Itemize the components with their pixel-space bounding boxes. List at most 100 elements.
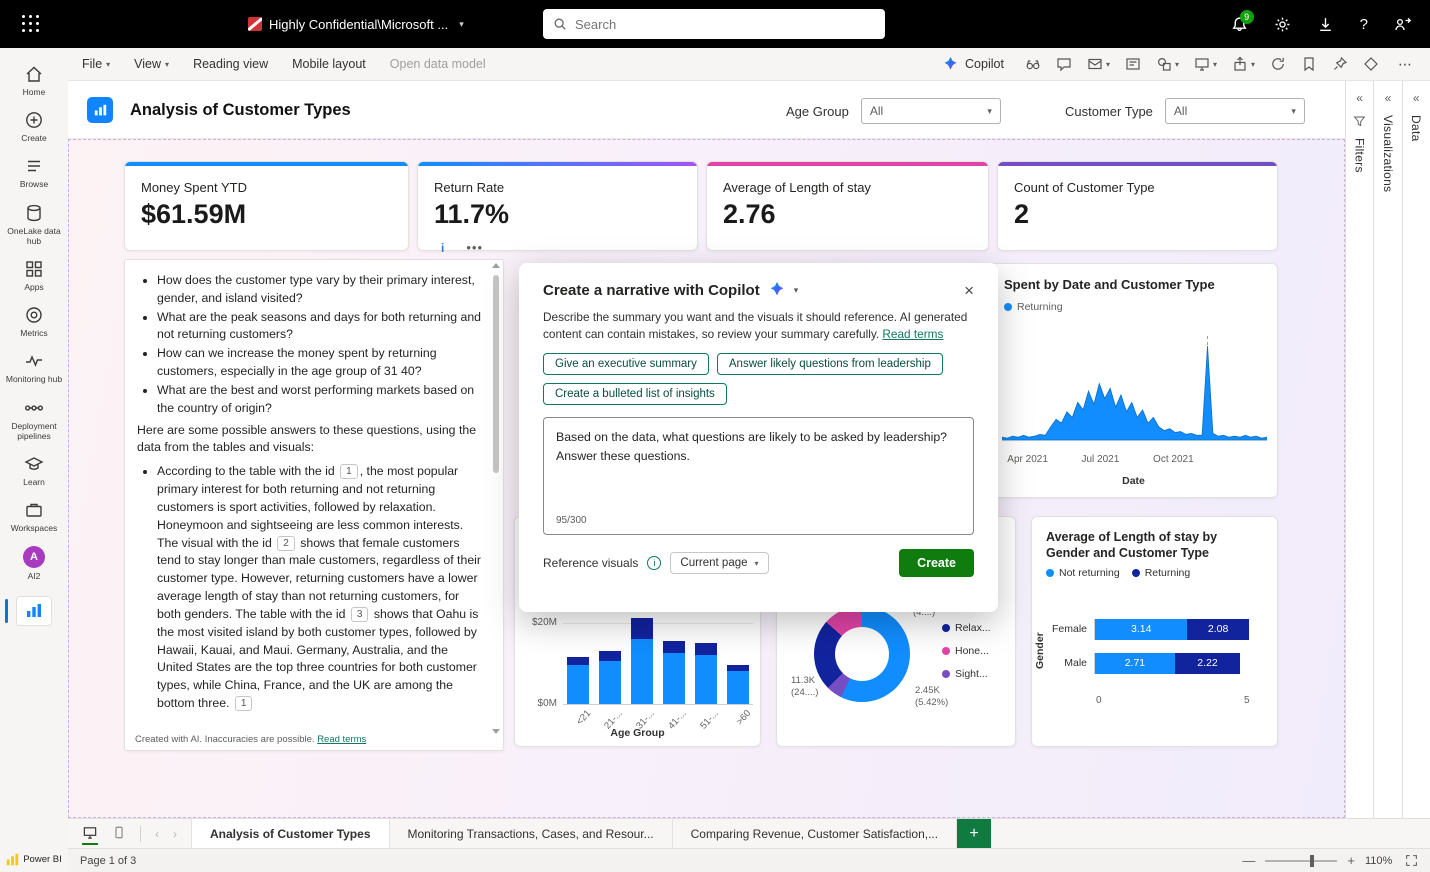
next-page-icon[interactable]: › — [173, 827, 177, 841]
kpi-card-money-spent[interactable]: Money Spent YTD $61.59M — [124, 161, 409, 251]
settings-gear-icon[interactable] — [1274, 16, 1291, 33]
bar[interactable]: 21-... — [599, 614, 625, 731]
info-icon[interactable]: i — [441, 241, 444, 255]
legend-item[interactable]: Sight... — [942, 668, 991, 680]
menu-mobile-layout[interactable]: Mobile layout — [292, 57, 366, 71]
close-icon[interactable]: × — [964, 282, 974, 299]
chip-executive-summary[interactable]: Give an executive summary — [543, 353, 709, 376]
data-pane-collapsed[interactable]: « Data — [1401, 81, 1430, 818]
sidebar-current-report[interactable] — [2, 588, 66, 634]
bar[interactable]: <21 — [567, 614, 593, 727]
customer-type-dropdown[interactable]: All ▾ — [1164, 98, 1305, 124]
read-terms-link[interactable]: Read terms — [882, 327, 943, 341]
more-options-button[interactable]: ⋯ — [1394, 56, 1416, 73]
more-options-icon[interactable]: ••• — [466, 240, 483, 255]
sidebar-item-home[interactable]: Home — [2, 58, 66, 104]
chip-bulleted-insights[interactable]: Create a bulleted list of insights — [543, 383, 727, 406]
sidebar-item-metrics[interactable]: Metrics — [2, 299, 66, 345]
bar[interactable]: 41-... — [663, 614, 689, 731]
smart-narrative-visual[interactable]: How does the customer type vary by their… — [124, 259, 504, 751]
report-canvas[interactable]: Money Spent YTD $61.59M Return Rate 11.7… — [68, 139, 1345, 818]
menu-reading-view[interactable]: Reading view — [193, 57, 268, 71]
global-search[interactable] — [543, 9, 885, 39]
visual-reference-chip[interactable]: 2 — [277, 535, 295, 551]
legend-item[interactable]: Hone... — [942, 645, 991, 657]
sidebar-item-create[interactable]: Create — [2, 104, 66, 150]
legend-item[interactable]: Relax... — [942, 622, 991, 634]
web-view-toggle[interactable] — [82, 825, 98, 845]
kpi-card-return-rate[interactable]: Return Rate 11.7% — [417, 161, 698, 251]
bar[interactable]: 51-... — [695, 614, 721, 731]
narrative-scrollbar[interactable] — [491, 263, 500, 734]
bookmark-icon[interactable] — [1301, 56, 1317, 72]
hbar-plot[interactable]: Female 3.14 2.08 Male 2.71 2.22 — [1032, 617, 1277, 685]
sidebar-item-apps[interactable]: Apps — [2, 253, 66, 299]
textbox-icon[interactable] — [1125, 56, 1141, 72]
diamond-icon[interactable] — [1363, 56, 1379, 72]
hbar-segment[interactable]: 2.08 — [1187, 618, 1249, 640]
visualizations-pane-collapsed[interactable]: « Visualizations — [1373, 81, 1402, 818]
comment-icon[interactable] — [1056, 56, 1072, 72]
filters-pane-collapsed[interactable]: « Filters — [1345, 81, 1374, 818]
zoom-slider[interactable] — [1265, 854, 1338, 867]
fit-to-page-icon[interactable] — [1405, 854, 1418, 867]
tab-comparing-revenue[interactable]: Comparing Revenue, Customer Satisfaction… — [673, 819, 958, 848]
download-icon[interactable] — [1317, 16, 1334, 33]
monitor-icon[interactable]: ▾ — [1194, 56, 1217, 72]
zoom-slider-thumb[interactable] — [1310, 854, 1315, 867]
expand-pane-icon[interactable]: « — [1356, 91, 1363, 105]
sensitivity-label-selector[interactable]: Highly Confidential\Microsoft ... ▾ — [248, 12, 464, 36]
glasses-icon[interactable] — [1025, 56, 1041, 72]
search-input[interactable] — [575, 16, 875, 32]
previous-page-icon[interactable]: ‹ — [155, 827, 159, 841]
new-page-button[interactable]: + — [957, 819, 992, 848]
shapes-icon[interactable]: ▾ — [1156, 56, 1179, 72]
copilot-button[interactable]: Copilot — [942, 56, 1004, 73]
area-chart-plot[interactable] — [1002, 336, 1267, 448]
visual-reference-chip[interactable]: 1 — [340, 464, 358, 480]
sidebar-item-deployment-pipelines[interactable]: Deployment pipelines — [2, 392, 66, 448]
age-group-dropdown[interactable]: All ▾ — [860, 98, 1001, 124]
share-icon[interactable] — [1394, 16, 1412, 33]
app-launcher-button[interactable] — [22, 15, 40, 33]
menu-view[interactable]: View ▾ — [134, 57, 169, 71]
sidebar-item-workspaces[interactable]: Workspaces — [2, 494, 66, 540]
refresh-icon[interactable] — [1270, 56, 1286, 72]
scroll-down-arrow[interactable] — [492, 729, 500, 734]
legend-item[interactable]: Not returning — [1046, 567, 1120, 579]
mobile-view-toggle[interactable] — [112, 825, 126, 843]
tab-monitoring-transactions[interactable]: Monitoring Transactions, Cases, and Reso… — [390, 819, 673, 848]
chip-leadership-questions[interactable]: Answer likely questions from leadership — [716, 353, 943, 376]
expand-pane-icon[interactable]: « — [1413, 91, 1420, 105]
tab-analysis-of-customer-types[interactable]: Analysis of Customer Types — [191, 819, 390, 848]
info-icon[interactable]: i — [647, 556, 662, 571]
help-icon[interactable]: ? — [1360, 16, 1368, 33]
visual-reference-chip[interactable]: 3 — [350, 606, 369, 622]
scrollbar-thumb[interactable] — [492, 275, 499, 473]
hbar-chart-card[interactable]: Average of Length of stay by Gender and … — [1031, 516, 1278, 747]
menu-file[interactable]: File ▾ — [82, 57, 110, 71]
hbar-segment[interactable]: 2.71 — [1095, 652, 1175, 674]
legend-item[interactable]: Returning — [1131, 567, 1190, 579]
bar-chart-plot[interactable]: $20M $0M <21 21-... 31-... 41-... 51-... >60 — [532, 614, 753, 731]
envelope-icon[interactable]: ▾ — [1087, 56, 1110, 72]
kpi-card-customer-type-count[interactable]: Count of Customer Type 2 — [997, 161, 1278, 251]
export-icon[interactable]: ▾ — [1232, 56, 1255, 72]
read-terms-link[interactable]: Read terms — [317, 734, 366, 745]
zoom-in-button[interactable]: + — [1347, 853, 1355, 868]
line-chart-card[interactable]: Spent by Date and Customer Type Returnin… — [989, 263, 1278, 498]
create-button[interactable]: Create — [899, 549, 974, 578]
prompt-textarea[interactable]: Based on the data, what questions are li… — [543, 417, 974, 536]
bar[interactable]: >60 — [727, 614, 753, 727]
visual-reference-chip[interactable]: 1 — [234, 696, 253, 712]
kpi-card-avg-length-of-stay[interactable]: Average of Length of stay 2.76 — [706, 161, 989, 251]
chevron-down-icon[interactable]: ▾ — [794, 285, 799, 296]
reference-scope-dropdown[interactable]: Current page ▾ — [670, 552, 769, 575]
pin-icon[interactable] — [1332, 56, 1348, 72]
sidebar-item-ai2-workspace[interactable]: A AI2 — [2, 540, 66, 588]
hbar-segment[interactable]: 2.22 — [1174, 652, 1241, 674]
expand-pane-icon[interactable]: « — [1385, 91, 1392, 105]
notifications-bell-icon[interactable]: 9 — [1231, 9, 1254, 33]
sidebar-item-monitoring-hub[interactable]: Monitoring hub — [2, 345, 66, 391]
hbar-segment[interactable]: 3.14 — [1095, 618, 1188, 640]
